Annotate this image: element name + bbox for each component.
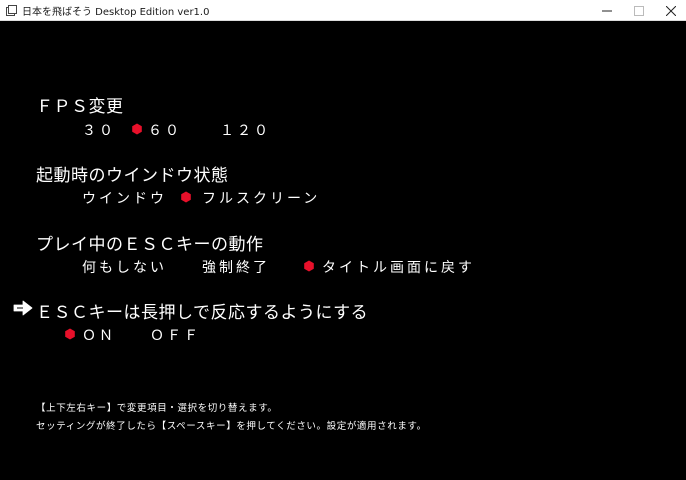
option-fullscreen[interactable]: フルスクリーン	[202, 188, 320, 208]
minimize-icon	[602, 10, 612, 11]
close-button[interactable]	[656, 0, 686, 21]
selected-marker-icon	[304, 260, 314, 272]
minimize-button[interactable]	[592, 0, 622, 21]
option-fps-120[interactable]: １２０	[220, 120, 271, 140]
maximize-icon	[634, 5, 644, 16]
setting-heading-window-state: 起動時のウインドウ状態	[36, 166, 229, 186]
option-fps-60[interactable]: ６０	[148, 120, 182, 140]
maximize-button[interactable]	[624, 0, 654, 21]
option-on[interactable]: ＯＮ	[82, 325, 116, 345]
settings-screen: ＦＰＳ変更 ３０ ６０ １２０ 起動時のウインドウ状態 ウインドウ フルスクリー…	[0, 21, 686, 480]
pointing-hand-arrow-icon	[13, 300, 33, 316]
selected-marker-icon	[181, 191, 191, 203]
selected-marker-icon	[132, 123, 142, 135]
setting-heading-esc-behavior: プレイ中のＥＳＣキーの動作	[36, 235, 264, 255]
option-window[interactable]: ウインドウ	[82, 188, 167, 208]
help-text-apply: セッティングが終了したら【スペースキー】を押してください。設定が適用されます。	[36, 421, 427, 432]
option-force-quit[interactable]: 強制終了	[202, 257, 270, 277]
window-app-icon	[6, 5, 17, 16]
option-fps-30[interactable]: ３０	[82, 120, 116, 140]
title-bar[interactable]: 日本を飛ばそう Desktop Edition ver1.0	[0, 0, 686, 21]
help-text-navigation: 【上下左右キー】で変更項目・選択を切り替えます。	[36, 403, 278, 414]
option-do-nothing[interactable]: 何もしない	[82, 257, 167, 277]
selected-marker-icon	[65, 328, 75, 340]
setting-heading-esc-long-press: ＥＳＣキーは長押しで反応するようにする	[36, 303, 369, 323]
setting-heading-fps: ＦＰＳ変更	[36, 97, 124, 117]
window-title: 日本を飛ばそう Desktop Edition ver1.0	[22, 7, 210, 18]
close-icon	[666, 5, 676, 16]
option-off[interactable]: ＯＦＦ	[150, 325, 201, 345]
option-return-to-title[interactable]: タイトル画面に戻す	[322, 257, 475, 277]
